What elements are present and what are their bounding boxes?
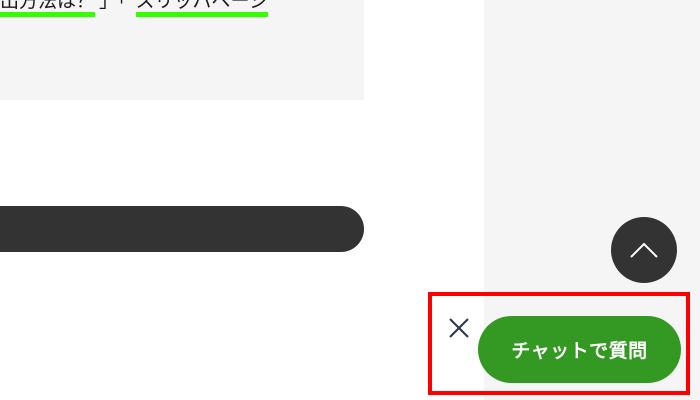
close-icon — [449, 318, 469, 338]
dark-banner-bar — [0, 206, 364, 252]
chat-close-button[interactable] — [448, 317, 470, 339]
related-link-2[interactable]: スリッパページ — [135, 0, 269, 17]
related-link-1[interactable]: 出方法は？ — [0, 0, 96, 17]
chat-question-button[interactable]: チャットで質問 — [478, 316, 681, 383]
content-box: 出方法は？ 」「 スリッパページ — [0, 0, 364, 100]
related-links: 出方法は？ 」「 スリッパページ — [0, 0, 269, 17]
link-separator: 」「 — [99, 0, 128, 12]
back-to-top-button[interactable] — [611, 217, 677, 283]
chevron-up-icon — [630, 242, 658, 258]
chat-widget: チャットで質問 — [428, 292, 690, 395]
